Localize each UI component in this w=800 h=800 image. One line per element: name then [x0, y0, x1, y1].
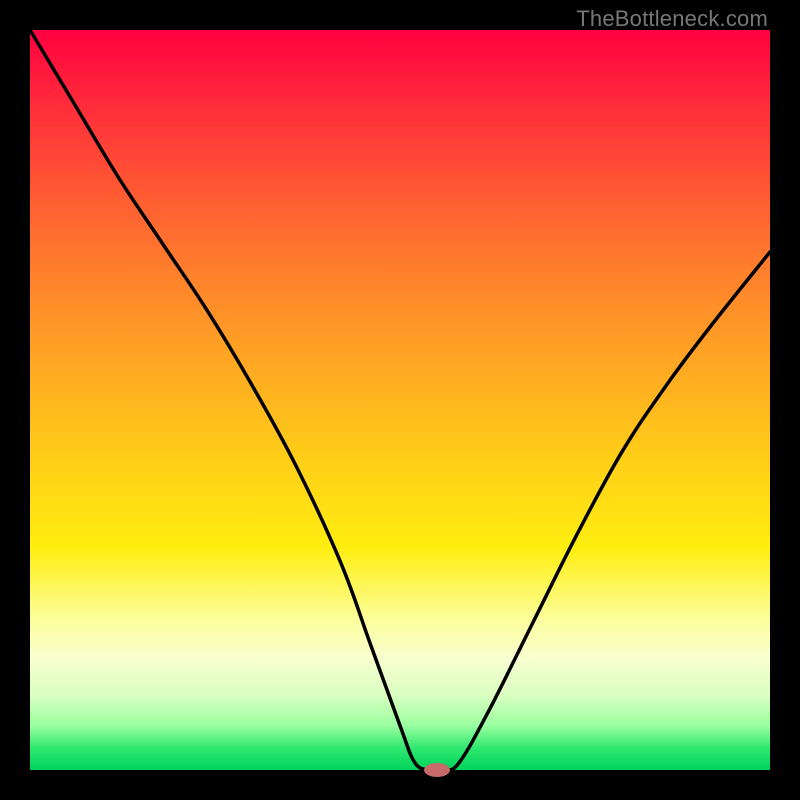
bottleneck-curve-path: [30, 30, 770, 770]
watermark-text: TheBottleneck.com: [576, 6, 768, 32]
curve-svg: [30, 30, 770, 770]
plot-area: [30, 30, 770, 770]
optimal-point-marker: [424, 763, 450, 777]
chart-frame: TheBottleneck.com: [0, 0, 800, 800]
